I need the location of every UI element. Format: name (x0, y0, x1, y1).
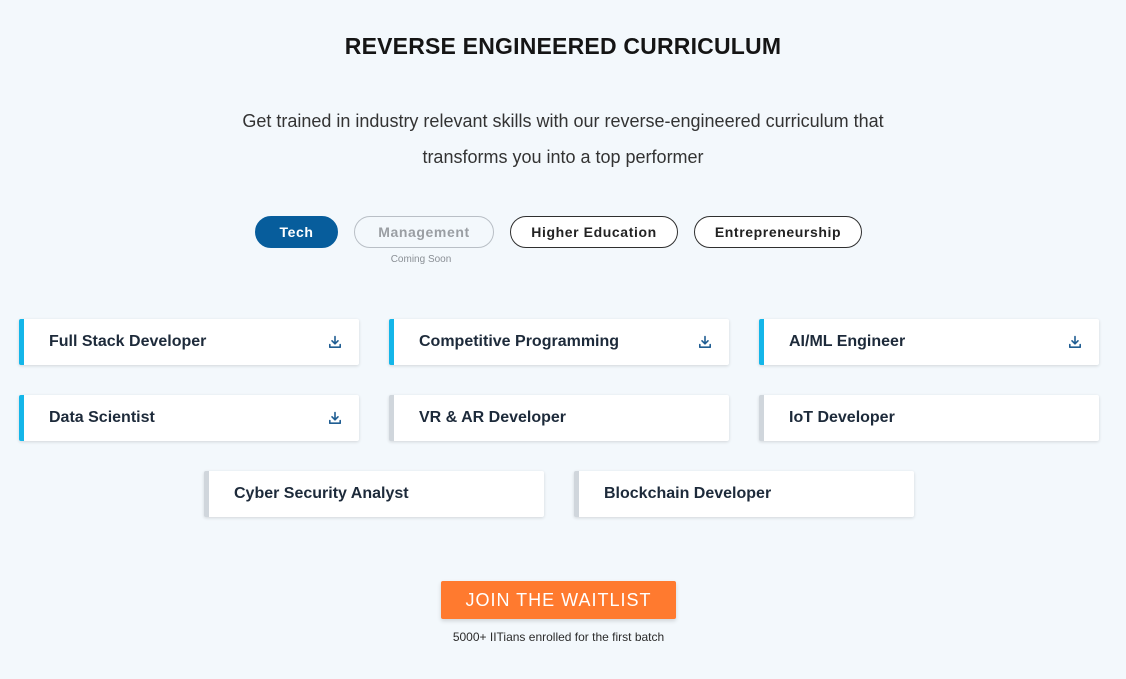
curriculum-card-full-stack-developer[interactable]: Full Stack Developer (19, 319, 359, 365)
tab-entrepreneurship[interactable]: Entrepreneurship (694, 216, 862, 248)
enrollment-note: 5000+ IITians enrolled for the first bat… (452, 630, 665, 644)
curriculum-card-label: Data Scientist (49, 409, 155, 426)
tab-tech[interactable]: Tech (255, 216, 338, 248)
curriculum-card-data-scientist[interactable]: Data Scientist (19, 395, 359, 441)
curriculum-card-competitive-programming[interactable]: Competitive Programming (389, 319, 729, 365)
subtitle-line-2: transforms you into a top performer (422, 147, 704, 167)
download-icon[interactable] (697, 334, 713, 350)
download-icon[interactable] (327, 334, 343, 350)
tab-higher-education[interactable]: Higher Education (510, 216, 678, 248)
curriculum-card-ai-ml-engineer[interactable]: AI/ML Engineer (759, 319, 1099, 365)
curriculum-card-cyber-security-analyst[interactable]: Cyber Security Analyst (204, 471, 544, 517)
curriculum-card-label: Competitive Programming (419, 333, 620, 350)
curriculum-card-label: VR & AR Developer (419, 409, 566, 426)
coming-soon-label: Coming Soon (390, 254, 452, 265)
curriculum-card-label: Blockchain Developer (604, 485, 772, 502)
category-tabs: Tech Management Higher Education Entrepr… (0, 216, 1126, 276)
page-subtitle: Get trained in industry relevant skills … (213, 103, 913, 175)
tab-management: Management (354, 216, 494, 248)
page-title: REVERSE ENGINEERED CURRICULUM (344, 33, 782, 59)
curriculum-card-label: Full Stack Developer (49, 333, 207, 350)
download-icon[interactable] (1067, 334, 1083, 350)
curriculum-card-iot-developer[interactable]: IoT Developer (759, 395, 1099, 441)
join-waitlist-button[interactable]: JOIN THE WAITLIST (441, 581, 676, 619)
curriculum-card-vr-ar-developer[interactable]: VR & AR Developer (389, 395, 729, 441)
subtitle-line-1: Get trained in industry relevant skills … (242, 111, 884, 131)
curriculum-card-blockchain-developer[interactable]: Blockchain Developer (574, 471, 914, 517)
curriculum-card-label: Cyber Security Analyst (234, 485, 409, 502)
curriculum-card-label: AI/ML Engineer (789, 333, 906, 350)
download-icon[interactable] (327, 410, 343, 426)
curriculum-card-label: IoT Developer (789, 409, 895, 426)
